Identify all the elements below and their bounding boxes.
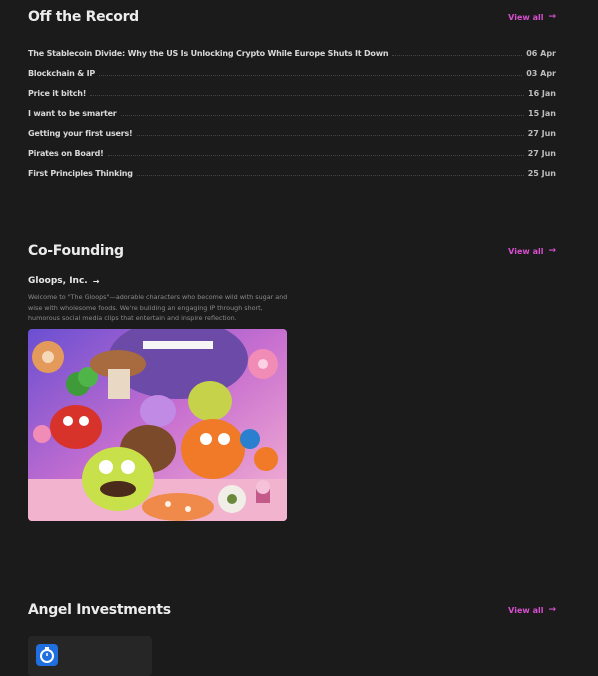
view-all-label: View all (508, 12, 544, 22)
post-date: 27 Jun (527, 149, 556, 158)
post-title: First Principles Thinking (28, 169, 133, 178)
arrow-right-icon: → (548, 604, 556, 615)
view-all-link[interactable]: View all → (508, 245, 556, 256)
company-description: Welcome to "The Gloops"—adorable charact… (28, 293, 288, 322)
post-row[interactable]: Price it bitch! 16 Jan (28, 78, 556, 98)
arrow-right-icon: → (548, 245, 556, 256)
post-title: I want to be smarter (28, 109, 117, 118)
post-date: 03 Apr (526, 69, 556, 78)
post-date: 25 Jun (527, 169, 556, 178)
arrow-right-icon: → (92, 276, 100, 286)
post-date: 27 Jun (527, 129, 556, 138)
post-title: Getting your first users! (28, 129, 133, 138)
co-founding-section: Co-Founding View all → Gloops, Inc. → We… (28, 240, 556, 521)
post-row[interactable]: First Principles Thinking 25 Jun (28, 158, 556, 178)
post-title: The Stablecoin Divide: Why the US Is Unl… (28, 49, 389, 58)
section-header: Angel Investments View all → (28, 599, 556, 621)
dotted-leader (90, 94, 524, 96)
company-hero-image[interactable] (28, 328, 287, 521)
dotted-leader (136, 134, 524, 136)
section-title: Angel Investments (28, 602, 171, 618)
investment-card[interactable] (28, 636, 152, 676)
company-logo-icon (36, 644, 58, 666)
post-row[interactable]: The Stablecoin Divide: Why the US Is Unl… (28, 38, 556, 58)
post-title: Pirates on Board! (28, 149, 104, 158)
angel-investments-section: Angel Investments View all → (28, 599, 556, 621)
section-title: Off the Record (28, 9, 139, 25)
post-title: Price it bitch! (28, 89, 87, 98)
post-date: 15 Jan (528, 109, 556, 118)
gloops-characters-illustration (28, 328, 287, 521)
view-all-label: View all (508, 605, 544, 615)
dotted-leader (136, 174, 524, 176)
post-row[interactable]: I want to be smarter 15 Jan (28, 98, 556, 118)
dotted-leader (107, 154, 524, 156)
section-header: Co-Founding View all → (28, 240, 556, 262)
company-link[interactable]: Gloops, Inc. → (28, 276, 556, 286)
post-date: 06 Apr (526, 49, 556, 58)
post-row[interactable]: Blockchain & IP 03 Apr (28, 58, 556, 78)
arrow-right-icon: → (548, 11, 556, 22)
post-row[interactable]: Pirates on Board! 27 Jun (28, 138, 556, 158)
view-all-label: View all (508, 246, 544, 256)
view-all-link[interactable]: View all → (508, 604, 556, 615)
section-header: Off the Record View all → (28, 6, 556, 28)
post-title: Blockchain & IP (28, 69, 96, 78)
section-title: Co-Founding (28, 243, 124, 259)
post-list: The Stablecoin Divide: Why the US Is Unl… (28, 38, 556, 178)
post-row[interactable]: Getting your first users! 27 Jun (28, 118, 556, 138)
post-date: 16 Jan (528, 89, 556, 98)
dotted-leader (99, 74, 523, 76)
dotted-leader (392, 54, 523, 56)
view-all-link[interactable]: View all → (508, 11, 556, 22)
dotted-leader (120, 114, 524, 116)
company-name: Gloops, Inc. (28, 276, 88, 286)
off-the-record-section: Off the Record View all → The Stablecoin… (28, 6, 556, 178)
